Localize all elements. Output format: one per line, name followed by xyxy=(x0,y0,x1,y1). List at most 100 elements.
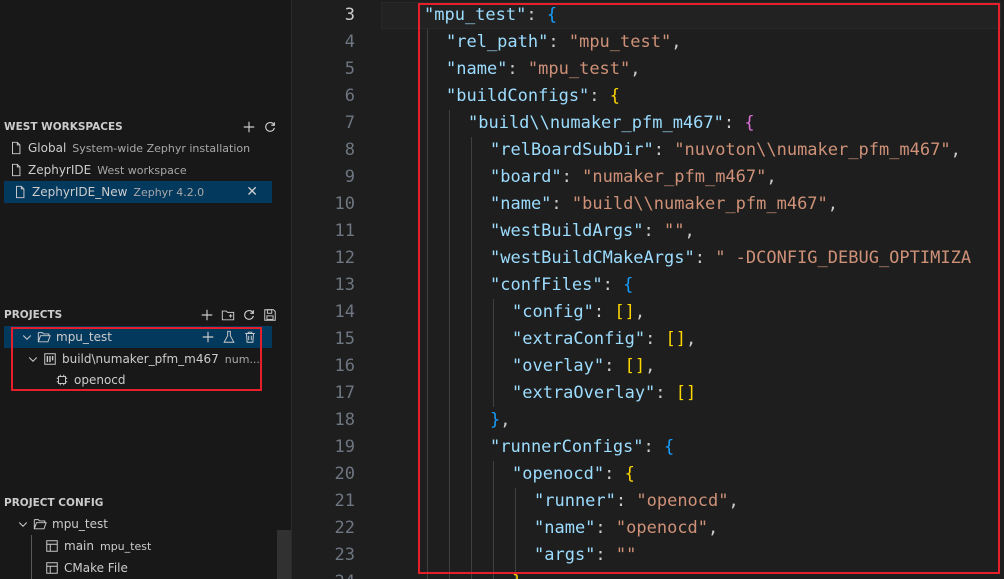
line-number-gutter: 3 4 5 6 7 8 9 10 11 12 13 14 15 16 17 18 19 20 21 22 23 24 xyxy=(293,0,363,579)
scrollbar[interactable] xyxy=(277,530,291,579)
code-line: "relBoardSubDir": "nuvoton\\numaker_pfm_… xyxy=(490,140,961,160)
workspace-description: System-wide Zephyr installation xyxy=(72,141,251,155)
add-project-button[interactable] xyxy=(199,307,215,323)
west-workspaces-title: WEST WORKSPACES xyxy=(4,121,123,133)
config-project-item[interactable]: mpu_test xyxy=(0,513,291,535)
file-icon xyxy=(8,162,24,178)
json-key: "name" xyxy=(446,59,508,79)
code-line: "rel_path": "mpu_test", xyxy=(446,32,682,52)
json-string: "build\\numaker_pfm_m467" xyxy=(571,194,828,214)
json-key: "extraOverlay" xyxy=(512,383,656,403)
json-key: "openocd" xyxy=(512,464,605,484)
json-string: " -DCONFIG_DEBUG_OPTIMIZA xyxy=(715,248,972,268)
file-icon xyxy=(12,184,28,200)
json-key: "name" xyxy=(534,518,596,538)
json-key: "rel_path" xyxy=(446,32,549,52)
json-string: "mpu_test" xyxy=(527,59,631,79)
json-key: "board" xyxy=(490,167,562,187)
code-line: "overlay": [], xyxy=(512,356,656,376)
config-item-main[interactable]: main mpu_test xyxy=(0,535,291,557)
line-number: 14 xyxy=(334,302,355,322)
line-number: 23 xyxy=(334,545,355,565)
project-config-header[interactable]: PROJECT CONFIG xyxy=(0,493,291,513)
workspace-label: Global xyxy=(28,141,67,155)
workspace-item-zephyride[interactable]: ZephyrIDE West workspace xyxy=(0,159,291,181)
folder-open-icon xyxy=(32,516,48,532)
line-number: 6 xyxy=(344,86,355,106)
projects-title: PROJECTS xyxy=(4,309,63,321)
plus-icon xyxy=(243,121,255,133)
code-editor[interactable]: 3 4 5 6 7 8 9 10 11 12 13 14 15 16 17 18 19 20 21 22 23 24 "m… xyxy=(293,0,1004,579)
code-line: "name": "build\\numaker_pfm_m467", xyxy=(490,194,839,214)
config-item-cmake[interactable]: CMake File xyxy=(0,557,291,579)
save-projects-button[interactable] xyxy=(262,307,278,323)
project-config-title: PROJECT CONFIG xyxy=(4,497,104,509)
config-item-label: CMake File xyxy=(64,561,128,575)
refresh-icon xyxy=(265,122,275,132)
json-string: "mpu_test" xyxy=(568,32,672,52)
json-key: "config" xyxy=(512,302,594,322)
chevron-down-icon xyxy=(16,517,30,531)
line-number: 19 xyxy=(334,437,355,457)
code-line: } xyxy=(512,569,522,579)
workspace-item-zephyride-new[interactable]: ZephyrIDE_New Zephyr 4.2.0 ✕ xyxy=(4,181,272,203)
json-key: "westBuildCMakeArgs" xyxy=(490,248,695,268)
code-content[interactable]: "mpu_test": { "rel_path": "mpu_test", "n… xyxy=(424,0,1004,579)
workspace-item-global[interactable]: Global System-wide Zephyr installation xyxy=(0,137,291,159)
code-line: "runnerConfigs": { xyxy=(490,437,675,457)
code-line: "confFiles": { xyxy=(490,275,634,295)
line-number: 8 xyxy=(344,140,355,160)
refresh-icon xyxy=(244,310,254,320)
west-workspaces-header[interactable]: WEST WORKSPACES xyxy=(0,117,291,137)
plus-icon xyxy=(201,309,213,321)
code-line: "args": "" xyxy=(534,545,637,565)
add-workspace-button[interactable] xyxy=(241,119,257,135)
config-project-label: mpu_test xyxy=(52,517,108,531)
line-number: 17 xyxy=(334,383,355,403)
line-number: 24 xyxy=(295,569,355,579)
sidebar: WEST WORKSPACES Global System-wide Zephy… xyxy=(0,0,292,579)
tree-indent-guide xyxy=(31,535,32,579)
json-key: "name" xyxy=(490,194,552,214)
json-key: "overlay" xyxy=(512,356,605,376)
line-number: 21 xyxy=(334,491,355,511)
refresh-projects-button[interactable] xyxy=(241,307,257,323)
close-icon[interactable]: ✕ xyxy=(246,184,258,200)
new-folder-icon xyxy=(221,310,235,321)
code-line: "extraOverlay": [] xyxy=(512,383,697,403)
add-folder-button[interactable] xyxy=(220,307,236,323)
code-line: "extraConfig": [], xyxy=(512,329,697,349)
code-line: "buildConfigs": { xyxy=(446,86,621,106)
line-number: 10 xyxy=(334,194,355,214)
workspace-label: ZephyrIDE_New xyxy=(32,185,128,199)
line-number: 16 xyxy=(334,356,355,376)
line-number: 11 xyxy=(334,221,355,241)
code-line: "openocd": { xyxy=(512,464,635,484)
highlight-box-projects xyxy=(11,327,262,391)
projects-header[interactable]: PROJECTS xyxy=(0,305,291,325)
json-key: "relBoardSubDir" xyxy=(490,140,654,160)
workspace-label: ZephyrIDE xyxy=(28,163,92,177)
json-string: "" xyxy=(664,221,685,241)
code-line: "name": "mpu_test", xyxy=(446,59,641,79)
json-string: "numaker_pfm_m467" xyxy=(582,167,767,187)
code-line: "board": "numaker_pfm_m467", xyxy=(490,167,777,187)
code-line: "runner": "openocd", xyxy=(534,491,739,511)
json-key: "runner" xyxy=(534,491,616,511)
line-number: 9 xyxy=(344,167,355,187)
line-number: 4 xyxy=(344,32,355,52)
code-line: "westBuildArgs": "", xyxy=(490,221,695,241)
json-string: "nuvoton\\numaker_pfm_m467" xyxy=(674,140,951,160)
json-key: "extraConfig" xyxy=(512,329,646,349)
code-line: }, xyxy=(490,410,511,430)
line-number: 15 xyxy=(334,329,355,349)
json-key: "runnerConfigs" xyxy=(490,437,644,457)
refresh-workspaces-button[interactable] xyxy=(262,119,278,135)
line-number: 22 xyxy=(334,518,355,538)
code-line: "config": [], xyxy=(512,302,646,322)
code-line: "mpu_test": { xyxy=(424,5,558,25)
json-key: "mpu_test" xyxy=(424,5,527,25)
file-icon xyxy=(8,140,24,156)
json-string: "openocd" xyxy=(636,491,729,511)
json-key: "build\\numaker_pfm_m467" xyxy=(468,113,724,133)
